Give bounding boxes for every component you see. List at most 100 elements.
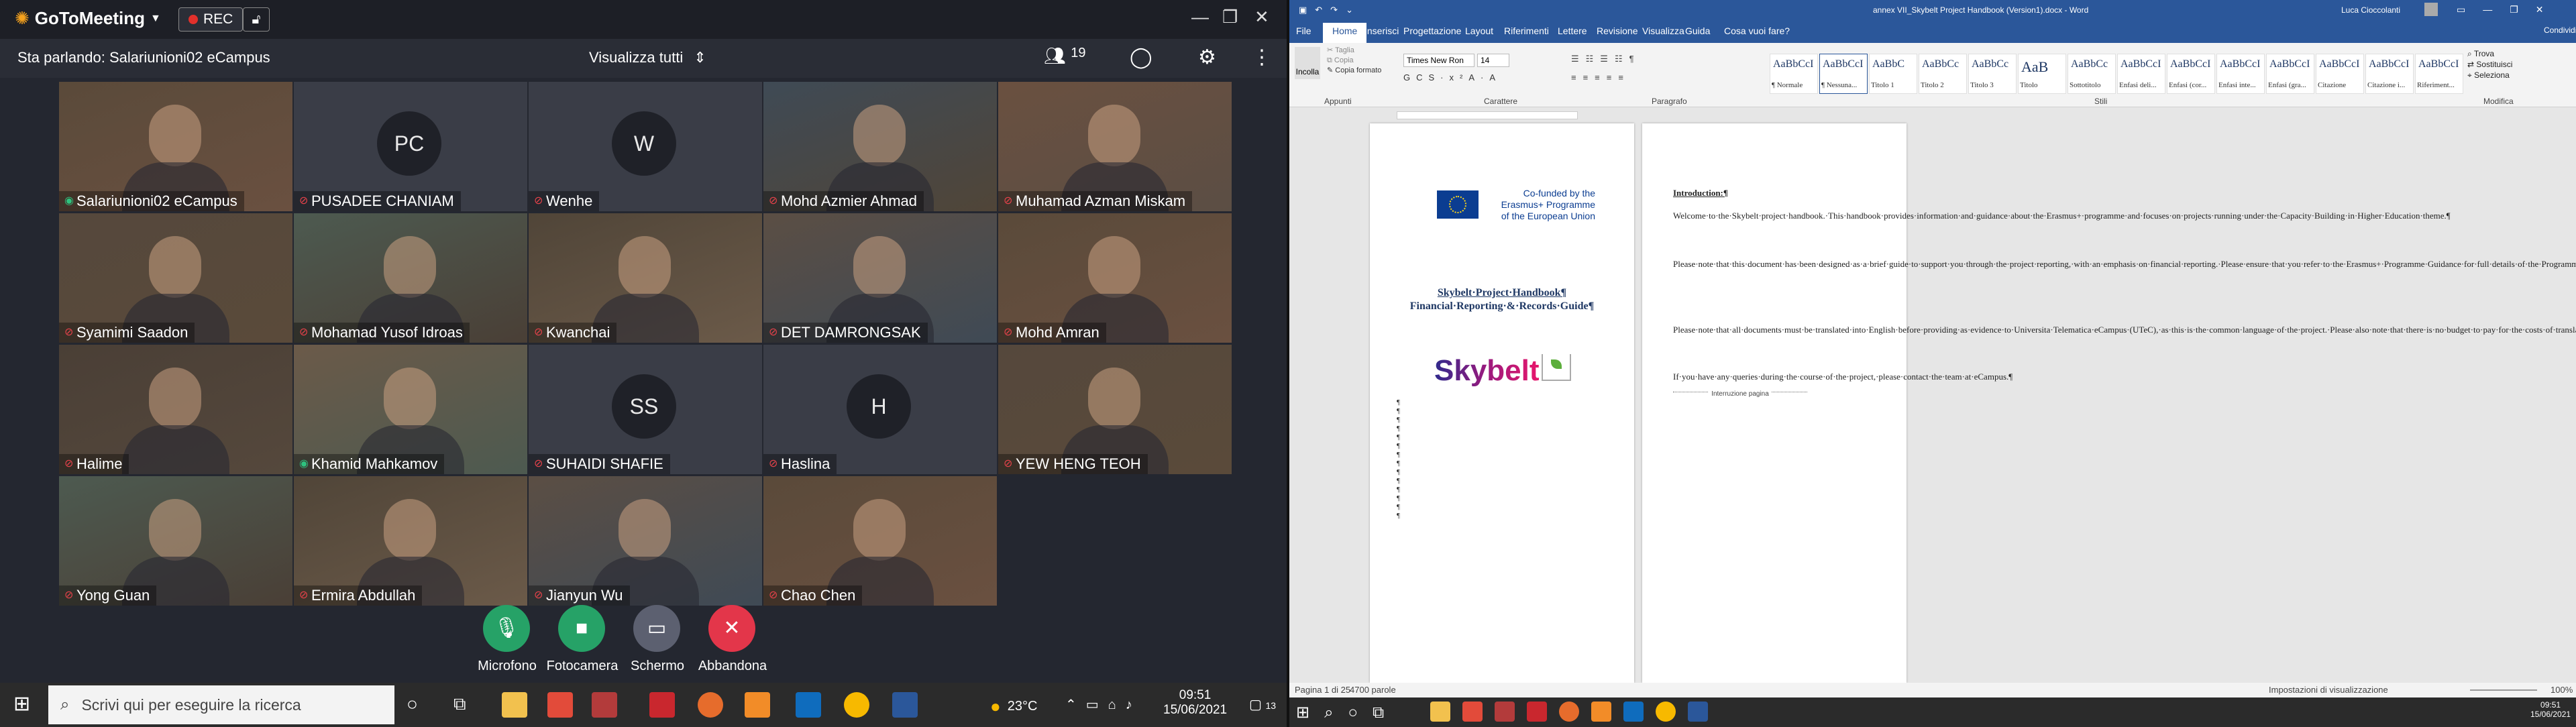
firefox-icon-2[interactable] bbox=[1559, 702, 1579, 722]
format-painter-button[interactable]: ✎ Copia formato bbox=[1327, 66, 1381, 76]
ribbon-tab[interactable]: Inserisci bbox=[1364, 25, 1399, 36]
acrobat-icon[interactable] bbox=[649, 692, 675, 718]
gotomeeting-icon-2[interactable] bbox=[1591, 702, 1611, 722]
zoom-level[interactable]: 100% bbox=[2551, 685, 2573, 695]
task-view-icon[interactable]: ⧉ bbox=[453, 693, 466, 715]
ribbon-tab[interactable]: Lettere bbox=[1558, 25, 1587, 36]
outlook-icon-2[interactable] bbox=[1623, 702, 1644, 722]
participant-tile[interactable]: W ⊘ Wenhe bbox=[529, 82, 762, 211]
minimize-button[interactable]: — bbox=[1191, 7, 1209, 27]
app-icon-yellow[interactable] bbox=[844, 692, 869, 718]
app-icon-yellow-2[interactable] bbox=[1656, 702, 1676, 722]
ribbon-tab[interactable]: Progettazione bbox=[1403, 25, 1461, 36]
gotomeeting-taskbar-icon[interactable] bbox=[745, 692, 770, 718]
participant-tile[interactable]: ◉ Salariunioni02 eCampus bbox=[59, 82, 292, 211]
microphone-button[interactable]: 🎙︎ bbox=[483, 605, 530, 652]
participant-tile[interactable]: ◉ Khamid Mahkamov bbox=[294, 345, 527, 474]
outlook-icon[interactable] bbox=[796, 692, 821, 718]
quick-access-toolbar[interactable]: ▣↶↷⌄ bbox=[1299, 5, 1361, 15]
style-preset[interactable]: AaB Titolo bbox=[2018, 54, 2066, 94]
participant-tile[interactable]: ⊘ YEW HENG TEOH bbox=[998, 345, 1232, 474]
participant-tile[interactable]: ⊘ Mohamad Yusof Idroas bbox=[294, 213, 527, 343]
notifications-button[interactable]: ▢ 13 bbox=[1249, 696, 1276, 713]
editing-button[interactable]: ⌕ Trova bbox=[2467, 48, 2512, 59]
ribbon-tab[interactable]: Riferimenti bbox=[1504, 25, 1549, 36]
participant-tile[interactable]: ⊘ Mohd Azmier Ahmad bbox=[763, 82, 997, 211]
taskbar-search-box[interactable]: ⌕ Scrivi qui per eseguire la ricerca bbox=[48, 685, 394, 724]
style-preset[interactable]: AaBbCcI Enfasi deli... bbox=[2117, 54, 2165, 94]
word-taskbar-icon[interactable] bbox=[892, 692, 918, 718]
style-preset[interactable]: AaBbCc Titolo 3 bbox=[1968, 54, 2017, 94]
document-page-2[interactable]: Introduction:¶ Welcome·to·the·Skybelt·pr… bbox=[1642, 123, 2576, 683]
ribbon-tab[interactable]: Revisione bbox=[1597, 25, 1638, 36]
participant-tile[interactable]: ⊘ Yong Guan bbox=[59, 476, 292, 606]
app-icon-red[interactable] bbox=[592, 692, 617, 718]
page-count[interactable]: Pagina 1 di 25 bbox=[1295, 685, 1350, 695]
participant-tile[interactable]: ⊘ Chao Chen bbox=[763, 476, 997, 606]
ribbon-tab[interactable]: Visualizza bbox=[1642, 25, 1684, 36]
windows-start-icon[interactable]: ⊞ bbox=[13, 692, 30, 716]
alignment-buttons[interactable]: ≡≡≡≡≡ bbox=[1571, 72, 1630, 82]
recording-button[interactable]: REC bbox=[178, 7, 244, 32]
style-preset[interactable]: AaBbCcI ¶ Nessuna... bbox=[1819, 54, 1868, 94]
participant-tile[interactable]: ⊘ DET DAMRONGSAK bbox=[763, 213, 997, 343]
style-preset[interactable]: AaBbCc Sottotitolo bbox=[2068, 54, 2116, 94]
display-settings[interactable]: Impostazioni di visualizzazione bbox=[2269, 685, 2388, 695]
participant-tile[interactable]: ⊘ Ermira Abdullah bbox=[294, 476, 527, 606]
weather-widget[interactable]: ● 23°C bbox=[990, 696, 1037, 717]
word-icon-2[interactable] bbox=[1688, 702, 1708, 722]
editing-button[interactable]: ⇄ Sostituisci bbox=[2467, 59, 2512, 70]
font-name-select[interactable]: Times New Ron bbox=[1403, 54, 1474, 67]
chat-button[interactable]: ◯ bbox=[1130, 46, 1152, 69]
participant-tile[interactable]: H ⊘ Haslina bbox=[763, 345, 997, 474]
matlab-icon-2[interactable] bbox=[1462, 702, 1483, 722]
app-icon-red-2[interactable] bbox=[1495, 702, 1515, 722]
matlab-icon[interactable] bbox=[547, 692, 573, 718]
cortana-icon[interactable]: ○ bbox=[407, 693, 418, 715]
participant-tile[interactable]: ⊘ Muhamad Azman Miskam bbox=[998, 82, 1232, 211]
close-button[interactable]: ✕ bbox=[1254, 7, 1269, 27]
avatar[interactable] bbox=[2424, 3, 2438, 16]
style-preset[interactable]: AaBbCcI ¶ Normale bbox=[1770, 54, 1818, 94]
copy-button[interactable]: ⧉ Copia bbox=[1327, 56, 1381, 66]
participant-tile[interactable]: ⊘ Syamimi Saadon bbox=[59, 213, 292, 343]
camera-button[interactable]: ■ bbox=[558, 605, 605, 652]
file-explorer-icon-2[interactable] bbox=[1430, 702, 1450, 722]
user-name[interactable]: Luca Cioccolanti bbox=[2341, 5, 2400, 15]
word-count[interactable]: 4700 parole bbox=[1350, 685, 1396, 695]
ribbon-tab[interactable]: Guida bbox=[1685, 25, 1710, 36]
right-clock[interactable]: 09:51 15/06/2021 bbox=[2530, 700, 2571, 719]
more-options-button[interactable]: ⋮ bbox=[1252, 46, 1272, 69]
participant-tile[interactable]: ⊘ Halime bbox=[59, 345, 292, 474]
style-preset[interactable]: AaBbCc Titolo 2 bbox=[1919, 54, 1967, 94]
editing-button[interactable]: ⌖ Seleziona bbox=[2467, 70, 2512, 80]
screen-share-button[interactable]: ▭ bbox=[633, 605, 680, 652]
participant-tile[interactable]: ⊘ Jianyun Wu bbox=[529, 476, 762, 606]
right-taskbar-icons[interactable]: ⊞⌕○⧉ bbox=[1296, 703, 1399, 722]
style-preset[interactable]: AaBbC Titolo 1 bbox=[1869, 54, 1917, 94]
ribbon-tab[interactable]: Cosa vuoi fare? bbox=[1724, 25, 1790, 36]
style-preset[interactable]: AaBbCcI Citazione bbox=[2316, 54, 2364, 94]
lock-meeting-button[interactable]: 🔓︎ bbox=[243, 7, 270, 32]
paste-button[interactable]: Incolla bbox=[1295, 47, 1320, 79]
clock[interactable]: 09:51 15/06/2021 bbox=[1163, 688, 1227, 718]
ribbon-tab[interactable]: Layout bbox=[1465, 25, 1493, 36]
restore-button[interactable]: ❐ bbox=[1222, 7, 1238, 27]
view-all-dropdown[interactable]: Visualizza tutti ⇕ bbox=[589, 49, 706, 66]
share-button[interactable]: Condividi bbox=[2544, 25, 2576, 35]
participant-tile[interactable]: PC ⊘ PUSADEE CHANIAM bbox=[294, 82, 527, 211]
document-page-1[interactable]: Co-funded by the Erasmus+ Programme of t… bbox=[1370, 123, 1634, 683]
firefox-icon[interactable] bbox=[698, 692, 723, 718]
paragraph-buttons[interactable]: ☰☷☰☷¶ bbox=[1571, 54, 1641, 64]
style-preset[interactable]: AaBbCcI Enfasi (gra... bbox=[2266, 54, 2314, 94]
participant-tile[interactable]: SS ⊘ SUHAIDI SHAFIE bbox=[529, 345, 762, 474]
font-size-select[interactable]: 14 bbox=[1477, 54, 1509, 67]
system-tray-icons[interactable]: ⌃▭⌂♪ bbox=[1065, 696, 1142, 713]
acrobat-icon-2[interactable] bbox=[1527, 702, 1547, 722]
cut-button[interactable]: ✂ Taglia bbox=[1327, 46, 1381, 56]
horizontal-ruler[interactable] bbox=[1289, 107, 2576, 123]
font-format-buttons[interactable]: GCS·x²A·A bbox=[1403, 72, 1501, 82]
style-preset[interactable]: AaBbCcI Riferiment... bbox=[2415, 54, 2463, 94]
zoom-slider[interactable] bbox=[2470, 689, 2537, 691]
ribbon-tab[interactable]: Home bbox=[1323, 23, 1367, 43]
